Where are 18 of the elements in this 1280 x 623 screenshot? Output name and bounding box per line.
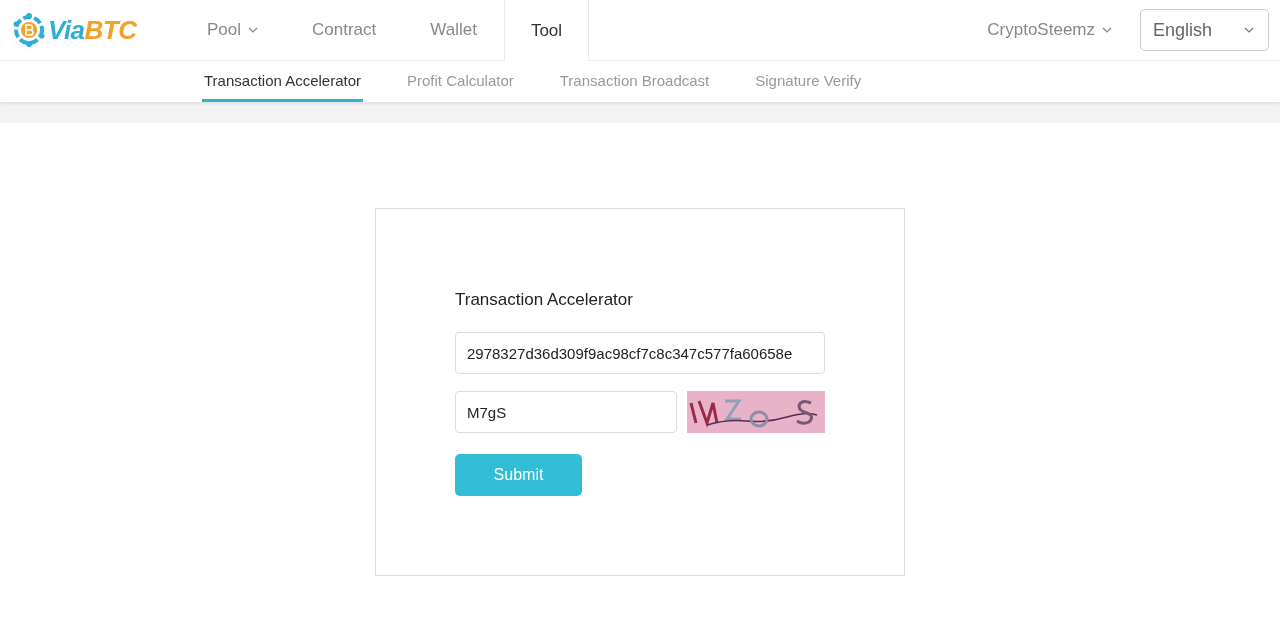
chevron-down-icon <box>1244 27 1254 33</box>
account-menu[interactable]: CryptoSteemz <box>987 17 1112 43</box>
nav-tab[interactable]: Tool <box>503 0 590 61</box>
nav-tab[interactable]: Pool <box>180 0 286 60</box>
chevron-down-icon <box>1102 27 1112 33</box>
nav-tab[interactable]: Wallet <box>403 0 504 60</box>
subnav-tab[interactable]: Profit Calculator <box>405 61 516 102</box>
transaction-id-field[interactable]: 2978327d36d309f9ac98cf7c8c347c577fa60658e <box>455 332 825 374</box>
captcha-field[interactable]: M7gS <box>455 391 677 433</box>
form-title: Transaction Accelerator <box>455 290 633 310</box>
captcha-image[interactable] <box>687 391 825 433</box>
nav-tab[interactable]: Contract <box>285 0 404 60</box>
subnav-tab[interactable]: Signature Verify <box>753 61 864 102</box>
logo-icon <box>12 12 46 48</box>
submit-button[interactable]: Submit <box>455 454 582 496</box>
logo-text[interactable]: ViaBTC <box>48 17 137 43</box>
subnav-tab[interactable]: Transaction Broadcast <box>557 61 712 102</box>
language-select[interactable]: English <box>1140 9 1269 51</box>
